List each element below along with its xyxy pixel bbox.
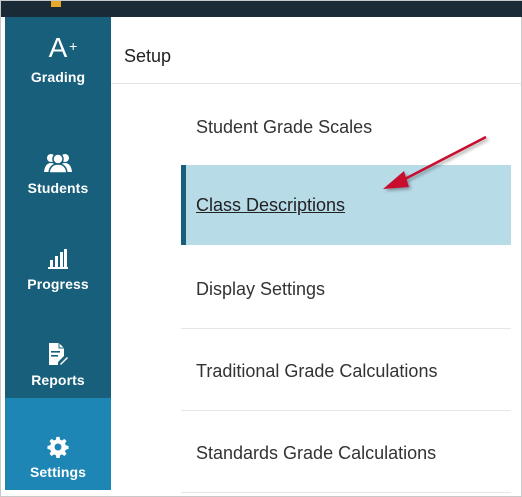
page-title: Setup: [124, 46, 172, 66]
menu-item-label[interactable]: Class Descriptions: [196, 195, 345, 216]
sidebar-item-label: Grading: [30, 69, 86, 85]
menu-item-label: Display Settings: [196, 278, 326, 299]
sidebar-item-settings[interactable]: Settings: [5, 398, 111, 490]
sidebar-item-label: Students: [27, 180, 89, 196]
menu-item-label: Standards Grade Calculations: [196, 442, 437, 463]
menu-item-label: Traditional Grade Calculations: [196, 360, 438, 381]
divider: [181, 328, 511, 329]
sidebar-item-label: Progress: [27, 276, 89, 292]
menu-item-class-descriptions[interactable]: Class Descriptions: [181, 165, 511, 245]
sidebar-item-students[interactable]: Students: [5, 112, 111, 206]
sidebar-item-reports[interactable]: Reports: [5, 304, 111, 398]
top-bar: [1, 1, 522, 17]
title-divider: [111, 83, 521, 84]
menu-item-display-settings[interactable]: Display Settings: [181, 249, 511, 329]
students-icon: [43, 132, 73, 174]
grade-plus: +: [69, 38, 78, 54]
gear-icon: [47, 416, 69, 458]
menu-item-traditional-grade-calculations[interactable]: Traditional Grade Calculations: [181, 331, 511, 411]
sidebar: A + Grading Students Progress Reports Se…: [5, 17, 111, 490]
report-edit-icon: [48, 324, 68, 366]
menu-item-student-grade-scales[interactable]: Student Grade Scales: [181, 87, 511, 167]
divider: [181, 492, 511, 493]
app-window: A + Grading Students Progress Reports Se…: [0, 0, 522, 497]
sidebar-item-grading[interactable]: A + Grading: [5, 17, 111, 111]
logo-fragment: [51, 1, 61, 7]
menu-item-label: Student Grade Scales: [196, 116, 373, 137]
menu-item-standards-grade-calculations[interactable]: Standards Grade Calculations: [181, 413, 511, 493]
grade-a-plus-icon: A +: [48, 21, 78, 63]
progress-chart-icon: [48, 228, 68, 270]
divider: [181, 410, 511, 411]
sidebar-item-progress[interactable]: Progress: [5, 208, 111, 302]
sidebar-item-label: Settings: [29, 464, 87, 480]
sidebar-item-label: Reports: [31, 372, 85, 388]
grade-letter: A: [48, 32, 68, 63]
